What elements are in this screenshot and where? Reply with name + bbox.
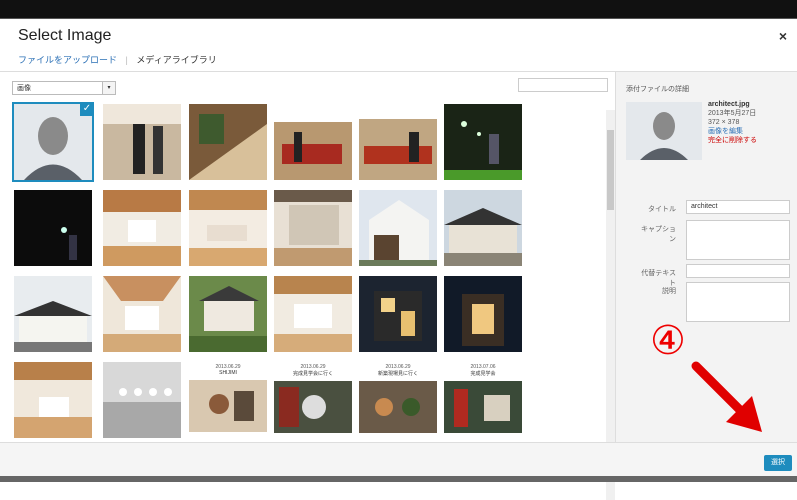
- caption-label: キャプション: [641, 226, 676, 243]
- attachment-thumb[interactable]: [274, 104, 352, 180]
- select-button[interactable]: 選択: [764, 455, 792, 471]
- attachment-thumb[interactable]: [359, 104, 437, 180]
- description-label: 説明: [662, 288, 676, 295]
- attachment-thumb[interactable]: [274, 276, 352, 352]
- close-icon[interactable]: ×: [779, 28, 787, 44]
- title-field[interactable]: architect: [686, 200, 790, 214]
- media-modal: Select Image × ファイルをアップロード | メディアライブラリ 画…: [0, 19, 797, 500]
- description-field[interactable]: [686, 282, 790, 322]
- attachment-thumb[interactable]: [189, 276, 267, 352]
- attachment-thumb[interactable]: [274, 190, 352, 266]
- red-arrow-icon: [691, 361, 762, 432]
- attachment-thumb[interactable]: [14, 362, 92, 438]
- attachments-browser: 画像 ▾ ✓ 2013.06.29 SHIJIMI 2013.06.29 完成見…: [0, 72, 615, 500]
- alt-text-label: 代替テキスト: [641, 270, 676, 287]
- attachment-thumb[interactable]: 2013.07.06 完成見学会: [444, 362, 522, 438]
- thumb-caption-name: 完成見学会に行く: [292, 371, 333, 377]
- chevron-down-icon[interactable]: ▾: [102, 82, 115, 94]
- details-filename: architect.jpg: [708, 101, 750, 108]
- edit-image-link[interactable]: 画像を編集: [708, 127, 757, 136]
- window-top-bar: [0, 0, 797, 18]
- title-label: タイトル: [648, 206, 676, 213]
- tab-media-library[interactable]: メディアライブラリ: [136, 55, 216, 65]
- media-type-filter[interactable]: 画像 ▾: [12, 81, 116, 95]
- attachment-thumb[interactable]: [444, 276, 522, 352]
- modal-tabs: ファイルをアップロード | メディアライブラリ: [18, 53, 223, 66]
- attachment-thumb[interactable]: [14, 190, 92, 266]
- tab-upload-files[interactable]: ファイルをアップロード: [18, 55, 117, 65]
- attachment-thumb[interactable]: 2013.06.29 完成見学会に行く: [274, 362, 352, 438]
- attachment-thumb[interactable]: 2013.06.29 新築現場見に行く: [359, 362, 437, 438]
- search-input[interactable]: [518, 78, 608, 92]
- tab-separator: |: [125, 55, 128, 65]
- thumb-caption-name: 新築現場見に行く: [377, 371, 418, 377]
- attachment-thumb[interactable]: ✓: [12, 102, 94, 182]
- attachment-thumb[interactable]: [103, 276, 181, 352]
- filter-selected-value: 画像: [17, 85, 31, 92]
- attachment-thumb[interactable]: [103, 190, 181, 266]
- details-dimensions: 372 × 378: [708, 119, 740, 126]
- attachment-thumb[interactable]: [189, 104, 267, 180]
- attachment-thumb[interactable]: [14, 276, 92, 352]
- alt-text-field[interactable]: [686, 264, 790, 278]
- window-bottom-bar: [0, 476, 797, 482]
- details-thumbnail: [626, 102, 702, 160]
- scrollbar-thumb[interactable]: [607, 130, 614, 210]
- attachment-thumb[interactable]: [103, 362, 181, 438]
- attachment-thumb[interactable]: [359, 190, 437, 266]
- delete-permanently-link[interactable]: 完全に削除する: [708, 136, 757, 145]
- attachment-thumb[interactable]: [444, 190, 522, 266]
- modal-title: Select Image: [18, 27, 112, 44]
- attachment-thumb[interactable]: [359, 276, 437, 352]
- attachment-thumb[interactable]: [103, 104, 181, 180]
- attachment-thumb[interactable]: 2013.06.29 SHIJIMI: [189, 362, 267, 438]
- attachment-thumb[interactable]: [189, 190, 267, 266]
- details-meta: architect.jpg 2013年5月27日 372 × 378 画像を編集…: [708, 100, 757, 145]
- step-number-annotation: ④: [650, 319, 686, 363]
- attachment-thumb[interactable]: [444, 104, 522, 180]
- details-heading: 添付ファイルの詳細: [626, 86, 689, 93]
- caption-field[interactable]: [686, 220, 790, 260]
- thumb-caption-name: 完成見学会: [470, 371, 496, 377]
- checkmark-icon[interactable]: ✓: [80, 104, 92, 116]
- details-date: 2013年5月27日: [708, 110, 757, 117]
